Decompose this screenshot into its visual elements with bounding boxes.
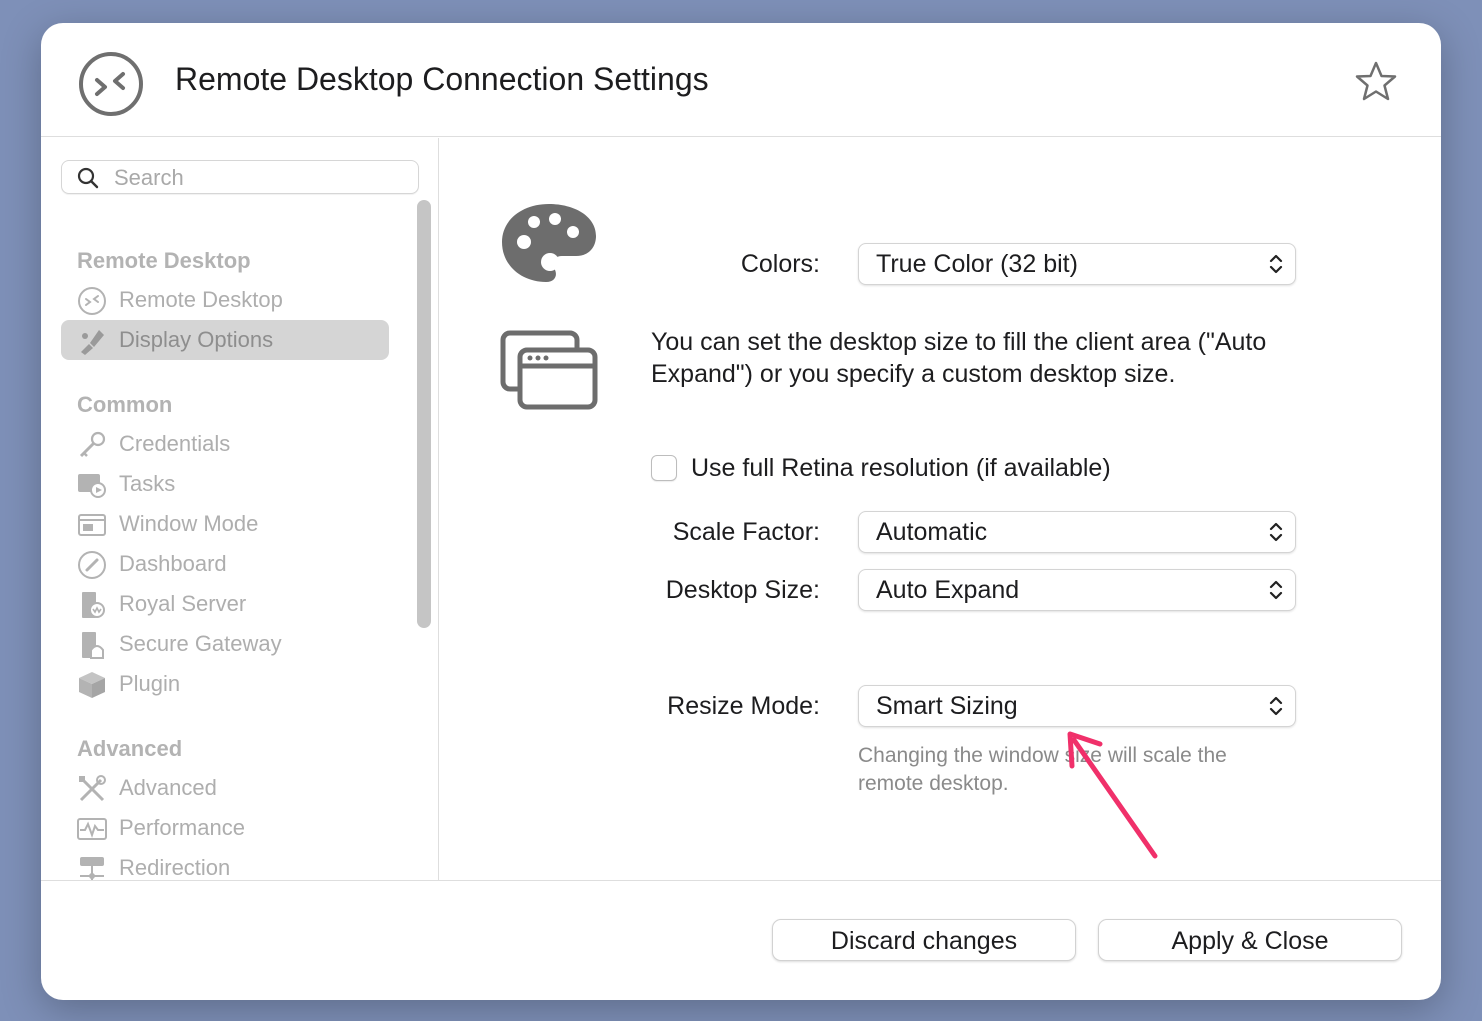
- settings-window: Remote Desktop Connection Settings Remot…: [41, 23, 1441, 1000]
- sidebar-item-label: Performance: [119, 815, 245, 840]
- retina-checkbox-label[interactable]: Use full Retina resolution (if available…: [691, 454, 1111, 483]
- group-header-advanced: Advanced: [77, 736, 183, 761]
- key-icon: [79, 431, 106, 458]
- resize-mode-select[interactable]: Smart Sizing: [858, 685, 1296, 727]
- sidebar-item-label: Redirection: [119, 855, 231, 880]
- scale-factor-select[interactable]: Automatic: [858, 511, 1296, 553]
- retina-checkbox[interactable]: [651, 455, 677, 481]
- tasks-icon: [78, 474, 106, 498]
- sidebar-item-tasks[interactable]: Tasks: [61, 464, 389, 504]
- group-header-remote-desktop: Remote Desktop: [77, 248, 251, 273]
- dashboard-icon: [78, 551, 106, 579]
- sidebar-item-label: Display Options: [119, 327, 274, 352]
- desktop-size-label: Desktop Size:: [665, 576, 820, 604]
- tools-icon: [79, 775, 106, 802]
- sidebar-item-dashboard[interactable]: Dashboard: [61, 544, 389, 584]
- redirection-icon: [80, 857, 104, 880]
- chevron-up-down-icon: [1269, 580, 1283, 600]
- resize-mode-label: Resize Mode:: [667, 692, 820, 720]
- discard-changes-button[interactable]: Discard changes: [772, 919, 1076, 961]
- favorite-star-icon[interactable]: [1353, 59, 1399, 105]
- sidebar-item-label: Dashboard: [119, 551, 227, 576]
- sidebar-item-window-mode[interactable]: Window Mode: [61, 504, 389, 544]
- sidebar-item-label: Advanced: [119, 775, 217, 800]
- sidebar-item-remote-desktop[interactable]: Remote Desktop: [61, 280, 389, 320]
- remote-desktop-icon: [78, 287, 106, 315]
- sidebar-item-credentials[interactable]: Credentials: [61, 424, 389, 464]
- sidebar-item-label: Plugin: [119, 671, 181, 696]
- window-icon: [78, 514, 106, 536]
- title-bar: Remote Desktop Connection Settings: [41, 23, 1441, 137]
- chevron-up-down-icon: [1269, 522, 1283, 542]
- secure-gateway-icon: [82, 632, 104, 659]
- chevron-up-down-icon: [1269, 696, 1283, 716]
- royal-server-icon: [82, 592, 105, 618]
- sidebar-item-label: Credentials: [119, 431, 231, 456]
- plugin-icon: [79, 672, 105, 698]
- performance-icon: [77, 818, 107, 840]
- sidebar-item-royal-server[interactable]: Royal Server: [61, 584, 389, 624]
- sidebar-item-label: Secure Gateway: [119, 631, 282, 656]
- chevron-up-down-icon: [1269, 254, 1283, 274]
- search-icon: [77, 167, 99, 189]
- sidebar-item-secure-gateway[interactable]: Secure Gateway: [61, 624, 389, 664]
- display-options-icon: [81, 330, 104, 355]
- footer: Discard changes Apply & Close: [41, 880, 1441, 1000]
- apply-close-button[interactable]: Apply & Close: [1098, 919, 1402, 961]
- sidebar-item-label: Remote Desktop: [119, 287, 283, 312]
- group-header-common: Common: [77, 392, 173, 417]
- sidebar-item-label: Window Mode: [119, 511, 259, 536]
- colors-label: Colors:: [740, 250, 820, 278]
- sidebar-item-display-options[interactable]: Display Options: [61, 320, 389, 360]
- sidebar: Remote Desktop Remote Desktop Display Op…: [41, 138, 439, 880]
- desktop-size-select[interactable]: Auto Expand: [858, 569, 1296, 611]
- scale-factor-label: Scale Factor:: [672, 518, 820, 546]
- colors-select-value: True Color (32 bit): [876, 250, 1078, 278]
- window-title: Remote Desktop Connection Settings: [175, 61, 709, 97]
- annotation-arrow: [1067, 731, 1158, 859]
- colors-select[interactable]: True Color (32 bit): [858, 243, 1296, 285]
- sidebar-item-label: Royal Server: [119, 591, 247, 616]
- search-field[interactable]: [61, 160, 419, 195]
- scrollbar-thumb[interactable]: [417, 200, 431, 628]
- scale-factor-select-value: Automatic: [876, 518, 988, 546]
- desktop-size-description: You can set the desktop size to fill the…: [651, 328, 1267, 388]
- resize-mode-select-value: Smart Sizing: [876, 692, 1018, 720]
- sidebar-item-advanced[interactable]: Advanced: [61, 768, 389, 808]
- desktop-windows-icon: [500, 330, 598, 410]
- desktop-size-select-value: Auto Expand: [876, 576, 1020, 604]
- sidebar-item-label: Tasks: [119, 471, 176, 496]
- remote-desktop-app-icon: [79, 52, 143, 116]
- search-input[interactable]: [112, 161, 406, 195]
- sidebar-item-performance[interactable]: Performance: [61, 808, 389, 848]
- sidebar-item-redirection[interactable]: Redirection: [61, 848, 389, 880]
- sidebar-item-plugin[interactable]: Plugin: [61, 664, 389, 704]
- display-options-panel: Colors: True Color (32 bit) You can set …: [440, 138, 1441, 880]
- sidebar-scrollbar[interactable]: [409, 194, 438, 880]
